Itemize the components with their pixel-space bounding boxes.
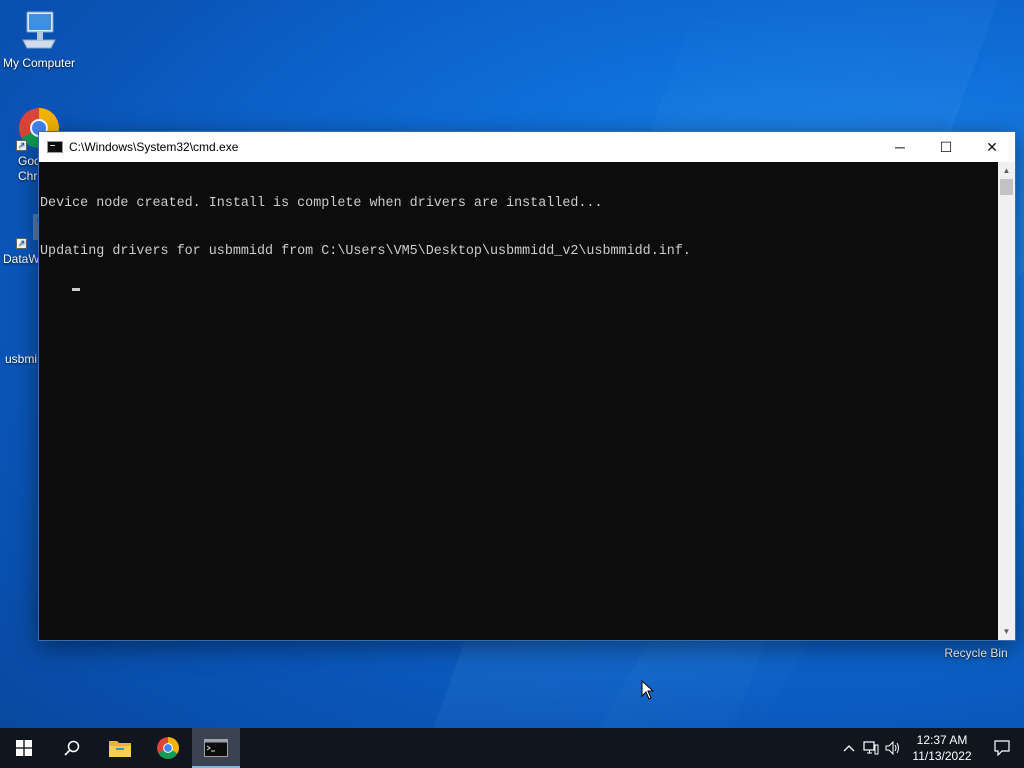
windows-logo-icon bbox=[16, 740, 32, 756]
computer-icon bbox=[22, 11, 56, 49]
clock-date: 11/13/2022 bbox=[912, 749, 972, 763]
close-button[interactable]: ✕ bbox=[969, 132, 1015, 162]
console-line: Device node created. Install is complete… bbox=[40, 196, 603, 211]
vertical-scrollbar[interactable]: ▲ ▼ bbox=[998, 162, 1015, 640]
chevron-up-icon bbox=[843, 745, 855, 752]
mouse-pointer-icon bbox=[641, 680, 655, 700]
scroll-up-button[interactable]: ▲ bbox=[998, 162, 1015, 179]
desktop-icon-label: My Computer bbox=[2, 56, 76, 70]
start-button[interactable] bbox=[0, 728, 48, 768]
action-center-button[interactable] bbox=[980, 728, 1024, 768]
network-icon bbox=[863, 741, 879, 755]
clock-time: 12:37 AM bbox=[916, 733, 968, 747]
shortcut-arrow-icon: ↗ bbox=[16, 140, 27, 151]
cmd-icon bbox=[204, 739, 228, 757]
chrome-icon bbox=[157, 737, 179, 759]
cmd-titlebar[interactable]: C:\Windows\System32\cmd.exe ─ ☐ ✕ bbox=[39, 132, 1015, 162]
console-output[interactable]: Device node created. Install is complete… bbox=[39, 162, 998, 640]
shortcut-arrow-icon: ↗ bbox=[16, 238, 27, 249]
taskbar: 12:37 AM 11/13/2022 bbox=[0, 728, 1024, 768]
show-hidden-icons-chevron[interactable] bbox=[838, 728, 860, 768]
taskbar-cmd[interactable] bbox=[192, 728, 240, 768]
taskbar-file-explorer[interactable] bbox=[96, 728, 144, 768]
network-tray-button[interactable] bbox=[860, 728, 882, 768]
maximize-button[interactable]: ☐ bbox=[923, 132, 969, 162]
desktop-icon-my-computer[interactable]: My Computer bbox=[0, 10, 78, 71]
window-title: C:\Windows\System32\cmd.exe bbox=[69, 140, 239, 154]
notification-icon bbox=[994, 740, 1010, 756]
taskbar-chrome[interactable] bbox=[144, 728, 192, 768]
cmd-window[interactable]: C:\Windows\System32\cmd.exe ─ ☐ ✕ Device… bbox=[38, 131, 1016, 641]
volume-tray-button[interactable] bbox=[882, 728, 904, 768]
minimize-button[interactable]: ─ bbox=[877, 132, 923, 162]
console-line: Updating drivers for usbmmidd from C:\Us… bbox=[40, 244, 691, 259]
search-button[interactable] bbox=[48, 728, 96, 768]
desktop-icon-label: Recycle Bin bbox=[944, 646, 1008, 660]
console-cursor bbox=[72, 288, 81, 291]
taskbar-clock[interactable]: 12:37 AM 11/13/2022 bbox=[904, 732, 980, 764]
file-explorer-icon bbox=[109, 741, 131, 757]
scroll-down-button[interactable]: ▼ bbox=[998, 623, 1015, 640]
cmd-app-icon[interactable] bbox=[47, 141, 63, 153]
scrollbar-thumb[interactable] bbox=[1000, 179, 1013, 195]
volume-icon bbox=[885, 741, 899, 755]
system-tray: 12:37 AM 11/13/2022 bbox=[838, 728, 1024, 768]
search-icon bbox=[64, 740, 80, 756]
